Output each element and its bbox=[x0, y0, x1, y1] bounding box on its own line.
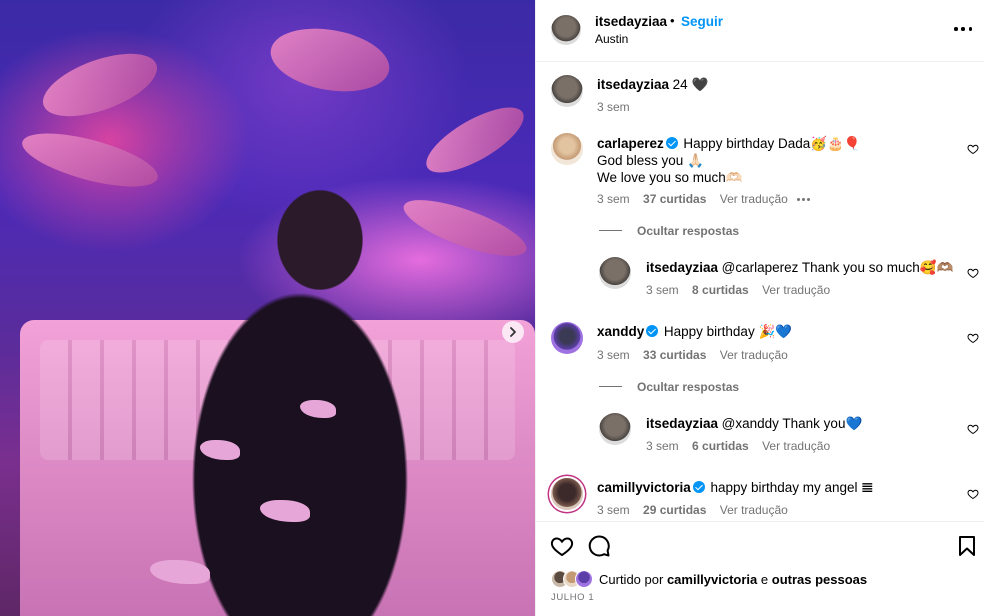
caption-time: 3 sem bbox=[597, 100, 630, 114]
like-reply-button[interactable] bbox=[967, 267, 979, 279]
more-options-button[interactable] bbox=[954, 22, 972, 36]
hide-replies-button[interactable]: Ocultar respostas bbox=[637, 380, 739, 394]
comment-time: 3 sem bbox=[597, 503, 630, 517]
plant-leaf bbox=[417, 95, 533, 185]
translate-link[interactable]: Ver tradução bbox=[762, 439, 830, 453]
comment-options-button[interactable] bbox=[797, 198, 811, 202]
comment-username[interactable]: camillyvictoria bbox=[597, 480, 691, 495]
reply-text: @xanddy Thank you💙 bbox=[721, 416, 863, 431]
comment-button[interactable] bbox=[587, 534, 611, 558]
comment-username[interactable]: xanddy bbox=[597, 324, 644, 339]
comment-text: Happy birthday 🎉💙 bbox=[663, 324, 793, 339]
liked-user-link[interactable]: camillyvictoria bbox=[667, 572, 757, 587]
comment: xanddy Happy birthday 🎉💙 bbox=[597, 324, 792, 340]
avatar[interactable] bbox=[599, 413, 631, 445]
reply-time: 3 sem bbox=[646, 439, 679, 453]
reply-time: 3 sem bbox=[646, 283, 679, 297]
avatar[interactable] bbox=[599, 257, 631, 289]
liked-by-text: Curtido por camillyvictoria e outras pes… bbox=[599, 572, 867, 587]
avatar[interactable] bbox=[551, 133, 583, 165]
plant-leaf bbox=[265, 20, 395, 100]
verified-icon bbox=[692, 481, 705, 493]
heart-icon bbox=[967, 333, 979, 344]
reply-text: @carlaperez Thank you so much🥰🫶🏽 bbox=[721, 260, 954, 275]
comment-time: 3 sem bbox=[597, 348, 630, 362]
comment-text: Happy birthday Dada🥳🎂🎈 bbox=[683, 136, 861, 151]
avatar[interactable] bbox=[551, 15, 581, 45]
caption: itsedayziaa 24 🖤 bbox=[597, 77, 708, 93]
comment-text: God bless you 🙏🏻 bbox=[597, 153, 704, 168]
verified-icon bbox=[665, 137, 678, 149]
comment-likes[interactable]: 33 curtidas bbox=[643, 348, 706, 362]
comment-username[interactable]: carlaperez bbox=[597, 136, 664, 151]
post-date[interactable]: JULHO 1 bbox=[551, 592, 594, 603]
translate-link[interactable]: Ver tradução bbox=[720, 348, 788, 362]
hide-replies-button[interactable]: Ocultar respostas bbox=[637, 224, 739, 238]
avatar[interactable] bbox=[551, 322, 583, 354]
comment-text: We love you so much🫶🏻 bbox=[597, 170, 743, 185]
replies-divider bbox=[599, 230, 622, 231]
avatar bbox=[575, 570, 593, 588]
replies-divider bbox=[599, 386, 622, 387]
reply-likes[interactable]: 8 curtidas bbox=[692, 283, 749, 297]
post-header: itsedayziaa • Seguir Austin bbox=[536, 0, 984, 62]
comment: camillyvictoria happy birthday my angel … bbox=[597, 480, 873, 496]
more-icon bbox=[954, 27, 958, 31]
save-button[interactable] bbox=[955, 534, 979, 558]
caption-username[interactable]: itsedayziaa bbox=[597, 77, 669, 92]
avatar[interactable] bbox=[551, 75, 583, 107]
follow-button[interactable]: Seguir bbox=[681, 14, 723, 29]
separator-dot: • bbox=[670, 13, 675, 28]
plant-leaf bbox=[17, 122, 163, 198]
like-comment-button[interactable] bbox=[967, 488, 979, 500]
post-actions: Curtido por camillyvictoria e outras pes… bbox=[536, 521, 984, 616]
bookmark-icon bbox=[959, 536, 975, 556]
comments-list: itsedayziaa 24 🖤 3 sem carlaperez Happy … bbox=[536, 62, 984, 521]
reply-username[interactable]: itsedayziaa bbox=[646, 260, 718, 275]
comment-meta: 3 sem 33 curtidas Ver tradução bbox=[597, 348, 788, 362]
heart-icon bbox=[550, 537, 574, 557]
person bbox=[150, 180, 450, 616]
author-username[interactable]: itsedayziaa bbox=[595, 14, 667, 29]
like-button[interactable] bbox=[550, 534, 574, 558]
reply: itsedayziaa @carlaperez Thank you so muc… bbox=[646, 260, 953, 276]
next-photo-button[interactable] bbox=[502, 321, 524, 343]
liked-others-link[interactable]: outras pessoas bbox=[772, 572, 867, 587]
comment-icon bbox=[588, 535, 610, 557]
translate-link[interactable]: Ver tradução bbox=[762, 283, 830, 297]
avatar[interactable] bbox=[551, 478, 583, 510]
reply-username[interactable]: itsedayziaa bbox=[646, 416, 718, 431]
heart-icon bbox=[967, 268, 979, 279]
comment-likes[interactable]: 29 curtidas bbox=[643, 503, 706, 517]
like-reply-button[interactable] bbox=[967, 423, 979, 435]
location-link[interactable]: Austin bbox=[595, 32, 628, 46]
reply-likes[interactable]: 6 curtidas bbox=[692, 439, 749, 453]
reply-meta: 3 sem 8 curtidas Ver tradução bbox=[646, 283, 830, 297]
like-comment-button[interactable] bbox=[967, 143, 979, 155]
comment: carlaperez Happy birthday Dada🥳🎂🎈 God bl… bbox=[597, 135, 861, 186]
like-comment-button[interactable] bbox=[967, 332, 979, 344]
liked-prefix: Curtido por bbox=[599, 571, 664, 587]
comment-meta: 3 sem 29 curtidas Ver tradução bbox=[597, 503, 788, 517]
translate-link[interactable]: Ver tradução bbox=[720, 503, 788, 517]
heart-icon bbox=[967, 489, 979, 500]
reply-meta: 3 sem 6 curtidas Ver tradução bbox=[646, 439, 830, 453]
comment-likes[interactable]: 37 curtidas bbox=[643, 192, 706, 206]
comment-text: happy birthday my angel 𝌆 bbox=[710, 480, 874, 495]
liked-and: e bbox=[760, 571, 769, 587]
heart-icon bbox=[967, 144, 979, 155]
post-photo bbox=[0, 0, 535, 616]
caption-text: 24 🖤 bbox=[672, 77, 709, 92]
translate-link[interactable]: Ver tradução bbox=[720, 192, 788, 206]
chevron-right-icon bbox=[510, 327, 516, 337]
verified-icon bbox=[646, 325, 659, 337]
post-panel: itsedayziaa • Seguir Austin itsedayziaa … bbox=[535, 0, 984, 616]
plant-leaf bbox=[35, 40, 165, 130]
heart-icon bbox=[967, 424, 979, 435]
liked-by: Curtido por camillyvictoria e outras pes… bbox=[551, 570, 867, 588]
comment-time: 3 sem bbox=[597, 192, 630, 206]
comment-meta: 3 sem 37 curtidas Ver tradução bbox=[597, 192, 811, 206]
reply: itsedayziaa @xanddy Thank you💙 bbox=[646, 416, 862, 432]
